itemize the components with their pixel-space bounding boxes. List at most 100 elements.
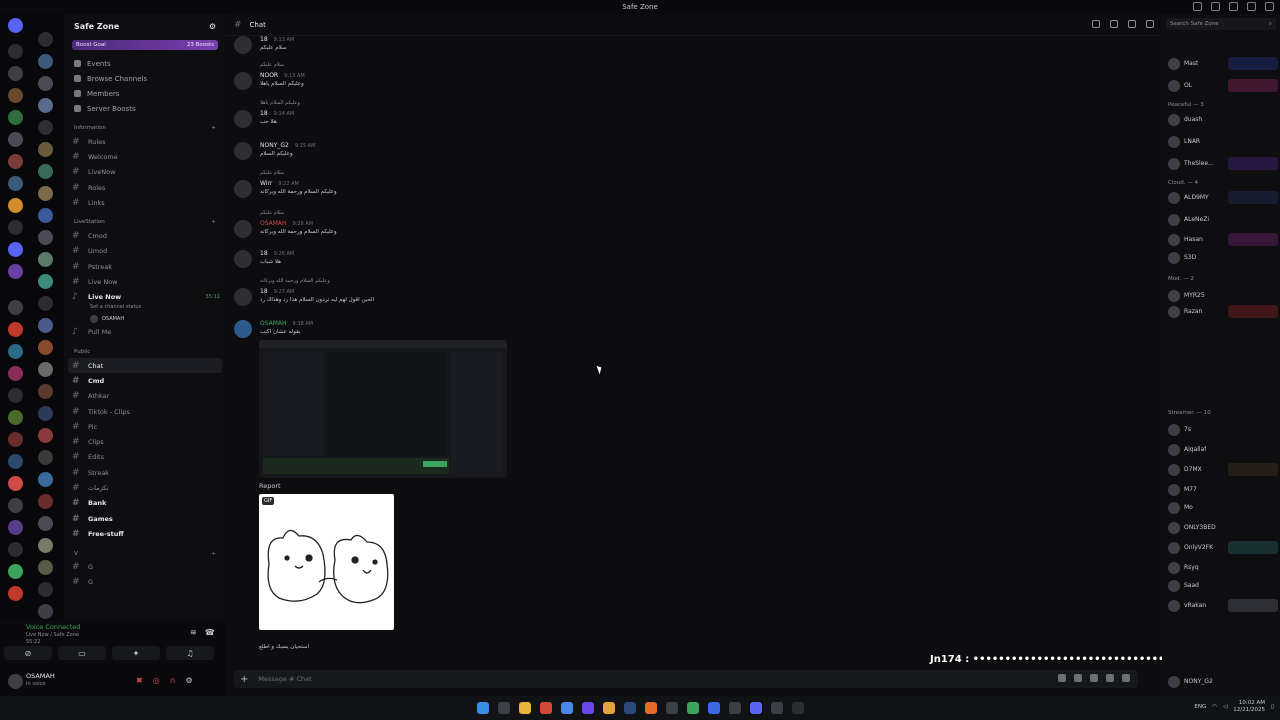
- channel-g[interactable]: # G: [64, 560, 226, 575]
- app-icon[interactable]: [539, 702, 552, 714]
- start-icon[interactable]: [476, 702, 489, 714]
- server-icon[interactable]: [8, 154, 23, 169]
- menu-browse-channels[interactable]: Browse Channels: [64, 71, 226, 86]
- clock[interactable]: 10:02 AM 12/21/2025: [1233, 700, 1265, 714]
- noise-suppression-icon[interactable]: ≋: [190, 628, 197, 637]
- app-icon[interactable]: [791, 702, 804, 714]
- member-item[interactable]: D7MX: [1168, 462, 1278, 477]
- avatar[interactable]: [234, 220, 252, 238]
- avatar[interactable]: [8, 674, 23, 689]
- member-item[interactable]: duash: [1168, 112, 1278, 127]
- member-item[interactable]: Saad: [1168, 578, 1278, 593]
- menu-events[interactable]: Events: [64, 56, 226, 71]
- discord-icon[interactable]: [749, 702, 762, 714]
- voice-location[interactable]: Live Now / Safe Zone: [26, 632, 79, 638]
- add-channel-icon[interactable]: +: [211, 219, 216, 225]
- author-name[interactable]: Wirr: [260, 180, 272, 187]
- author-name[interactable]: NOOR: [260, 72, 278, 79]
- maximize-icon[interactable]: [1247, 2, 1256, 11]
- emoji-icon[interactable]: [1106, 674, 1114, 682]
- server-icon[interactable]: [38, 560, 53, 575]
- member-item[interactable]: TheSlee...: [1168, 156, 1278, 171]
- apps-icon[interactable]: [1122, 674, 1130, 682]
- server-icon[interactable]: [8, 176, 23, 191]
- member-item[interactable]: LNAR: [1168, 134, 1278, 149]
- member-item[interactable]: ALD9MY: [1168, 190, 1278, 205]
- minimize-icon[interactable]: [1229, 2, 1238, 11]
- server-icon[interactable]: [38, 450, 53, 465]
- member-item[interactable]: ONLY3BED: [1168, 520, 1278, 535]
- server-icon[interactable]: [38, 142, 53, 157]
- voice-member[interactable]: OSAMAH: [64, 313, 226, 325]
- message-composer[interactable]: + Message # Chat: [234, 670, 1138, 688]
- member-item[interactable]: vRakan: [1168, 598, 1278, 613]
- channel-live-now[interactable]: # Live Now: [64, 274, 226, 289]
- mute-channel-icon[interactable]: [1110, 20, 1118, 28]
- mute-icon[interactable]: ✖: [136, 676, 143, 685]
- server-icon[interactable]: [38, 516, 53, 531]
- author-name[interactable]: 18: [260, 110, 268, 117]
- file-explorer-icon[interactable]: [518, 702, 531, 714]
- activities-button[interactable]: ✦: [112, 646, 160, 660]
- server-icon[interactable]: [38, 582, 53, 597]
- server-icon[interactable]: [38, 428, 53, 443]
- add-channel-icon[interactable]: +: [211, 551, 216, 557]
- channel-links[interactable]: # Links: [64, 195, 226, 210]
- server-icon[interactable]: [38, 208, 53, 223]
- voice-status[interactable]: Voice Connected: [26, 623, 80, 631]
- server-icon[interactable]: [38, 318, 53, 333]
- server-icon[interactable]: [8, 366, 23, 381]
- server-icon[interactable]: [38, 494, 53, 509]
- soundboard-button[interactable]: ♫: [166, 646, 214, 660]
- channel-tiktok-clips[interactable]: # Tiktok - Clips: [64, 404, 226, 419]
- server-icon[interactable]: [38, 32, 53, 47]
- server-icon[interactable]: [8, 242, 23, 257]
- server-icon[interactable]: [38, 186, 53, 201]
- reply-preview[interactable]: سلام عليكم: [260, 210, 284, 216]
- channel-livenow[interactable]: # LiveNow: [64, 165, 226, 180]
- member-item[interactable]: ALeNeZi: [1168, 212, 1278, 227]
- author-name[interactable]: 18: [260, 288, 268, 295]
- member-item[interactable]: S3D: [1168, 250, 1278, 265]
- category-public[interactable]: Public: [64, 346, 226, 358]
- server-icon[interactable]: [8, 44, 23, 59]
- app-icon[interactable]: [728, 702, 741, 714]
- add-attachment-icon[interactable]: +: [240, 674, 248, 685]
- search-icon[interactable]: [497, 702, 510, 714]
- member-item[interactable]: Mo: [1168, 500, 1278, 515]
- wifi-icon[interactable]: ◠: [1212, 704, 1217, 710]
- sticker-icon[interactable]: [1090, 674, 1098, 682]
- channel-clips[interactable]: # Clips: [64, 434, 226, 449]
- reply-preview[interactable]: وعليكم السلام ياهلا: [260, 100, 300, 106]
- member-item[interactable]: Hasan: [1168, 232, 1278, 247]
- avatar[interactable]: [234, 142, 252, 160]
- server-icon[interactable]: [38, 296, 53, 311]
- inbox-icon[interactable]: [1193, 2, 1202, 11]
- tray-lang[interactable]: ENG: [1194, 704, 1206, 710]
- app-icon[interactable]: [644, 702, 657, 714]
- avatar[interactable]: [234, 180, 252, 198]
- add-server-icon[interactable]: [8, 564, 23, 579]
- server-icon[interactable]: [8, 198, 23, 213]
- server-icon[interactable]: [38, 538, 53, 553]
- avatar[interactable]: [234, 72, 252, 90]
- server-icon[interactable]: [38, 362, 53, 377]
- volume-icon[interactable]: ◁: [1223, 704, 1227, 710]
- app-icon[interactable]: [602, 702, 615, 714]
- author-name[interactable]: 18: [260, 250, 268, 257]
- reply-preview[interactable]: سلام عليكم: [260, 62, 284, 68]
- server-icon[interactable]: [38, 76, 53, 91]
- member-item[interactable]: Razan: [1168, 304, 1278, 319]
- server-icon[interactable]: [38, 340, 53, 355]
- avatar[interactable]: [234, 288, 252, 306]
- chrome-icon[interactable]: [560, 702, 573, 714]
- server-icon[interactable]: [8, 586, 23, 601]
- message-input[interactable]: Message # Chat: [258, 675, 311, 683]
- attachment-screenshot[interactable]: [259, 340, 507, 478]
- server-icon[interactable]: [38, 164, 53, 179]
- channel-roles[interactable]: # Roles: [64, 180, 226, 195]
- channel-bank[interactable]: # Bank: [64, 496, 226, 511]
- member-item[interactable]: M77: [1168, 482, 1278, 497]
- home-icon[interactable]: [8, 18, 23, 33]
- channel-cmd[interactable]: # Cmd: [64, 373, 226, 388]
